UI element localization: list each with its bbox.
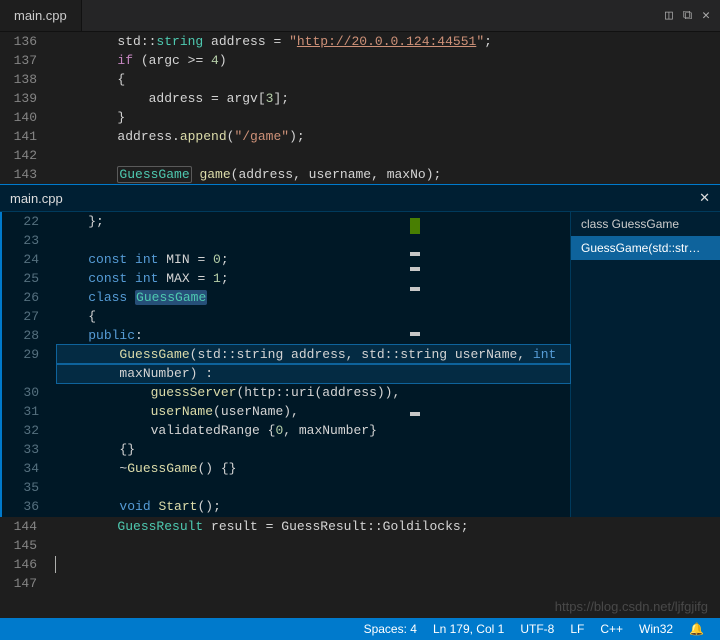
split-editor-icon[interactable]: ◫ [665,8,673,23]
gutter-peek: 2223 2425 2627 2829 30 3132 3334 3536 [2,212,57,517]
code-peek[interactable]: }; const int MIN = 0; const int MAX = 1;… [57,212,570,517]
peek-ref-0[interactable]: class GuessGame [571,212,720,236]
status-bar: Spaces: 4 Ln 179, Col 1 UTF-8 LF C++ Win… [0,618,720,640]
tab-title: main.cpp [14,8,67,23]
code-top[interactable]: std::string address = "http://20.0.0.124… [55,32,720,184]
status-eol[interactable]: LF [562,622,592,636]
peek-body: 2223 2425 2627 2829 30 3132 3334 3536 };… [0,212,720,517]
peek-header: main.cpp ✕ [0,184,720,212]
status-spaces[interactable]: Spaces: 4 [356,622,425,636]
tab-bar: main.cpp ◫ ⧉ ✕ [0,0,720,32]
peek-overview-ruler[interactable] [408,212,420,517]
peek-ref-1[interactable]: GuessGame(std::str… [571,236,720,260]
tab-main-cpp[interactable]: main.cpp [0,0,82,31]
watermark: https://blog.csdn.net/ljfgjifg [555,599,708,614]
close-icon[interactable]: ✕ [702,8,710,23]
code-bottom[interactable]: GuessResult result = GuessResult::Goldil… [55,517,720,593]
status-notifications-icon[interactable]: 🔔 [681,622,712,636]
peek-editor[interactable]: 2223 2425 2627 2829 30 3132 3334 3536 };… [2,212,570,517]
gutter-top: 136137 138139 140141 142143 [0,32,55,184]
more-actions-icon[interactable]: ⧉ [683,8,692,23]
editor-bottom[interactable]: 144145 146147 GuessResult result = Guess… [0,517,720,593]
status-target[interactable]: Win32 [631,622,681,636]
peek-title: main.cpp [10,191,63,206]
status-position[interactable]: Ln 179, Col 1 [425,622,512,636]
tab-actions: ◫ ⧉ ✕ [665,0,720,31]
gutter-bottom: 144145 146147 [0,517,55,593]
editor-top[interactable]: 136137 138139 140141 142143 std::string … [0,32,720,184]
peek-references: class GuessGame GuessGame(std::str… [570,212,720,517]
peek-close-icon[interactable]: ✕ [699,190,710,206]
status-encoding[interactable]: UTF-8 [512,622,562,636]
status-language[interactable]: C++ [592,622,631,636]
